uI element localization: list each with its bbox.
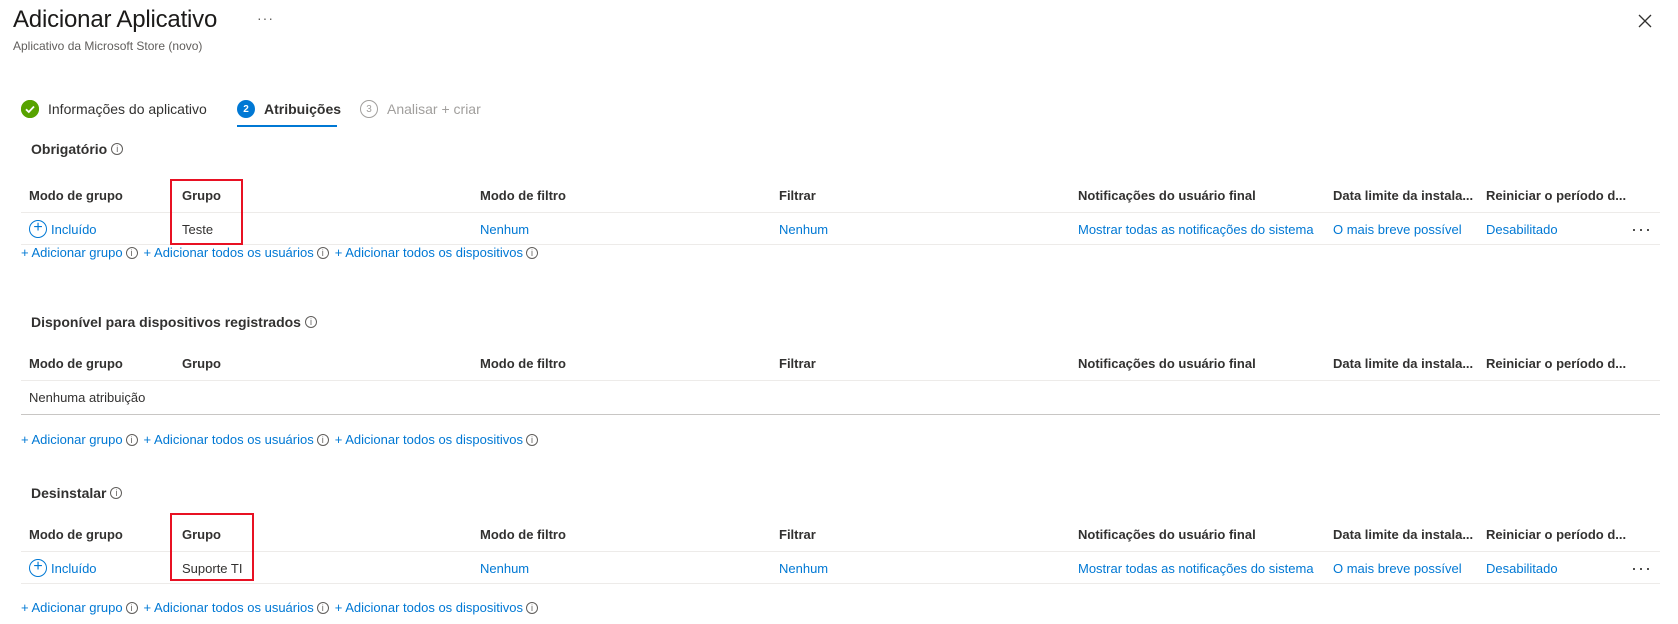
add-all-devices-link[interactable]: + Adicionar todos os dispositivos — [335, 600, 523, 615]
highlight-box-required-group — [170, 179, 243, 245]
filter-link[interactable]: Nenhum — [779, 552, 828, 585]
col-restart[interactable]: Reiniciar o período d... — [1486, 347, 1626, 380]
info-icon[interactable]: i — [304, 316, 317, 328]
col-restart[interactable]: Reiniciar o período d... — [1486, 179, 1626, 212]
col-notifications[interactable]: Notificações do usuário final — [1078, 179, 1256, 212]
add-all-devices-link[interactable]: + Adicionar todos os dispositivos — [335, 245, 523, 260]
info-icon[interactable]: i — [525, 601, 538, 614]
step-label: Informações do aplicativo — [48, 101, 207, 117]
col-notifications[interactable]: Notificações do usuário final — [1078, 518, 1256, 551]
group-mode-link[interactable]: + Incluído — [29, 552, 97, 585]
section-title-text: Obrigatório — [31, 141, 108, 157]
group-mode-text: Incluído — [51, 222, 97, 237]
add-group-link[interactable]: + Adicionar grupo — [21, 432, 123, 447]
plus-circle-icon: + — [29, 559, 47, 578]
assignments-table-available: Modo de grupo Grupo Modo de filtro Filtr… — [21, 347, 1660, 415]
step-review-create: 3 Analisar + criar — [360, 96, 481, 122]
notifications-link[interactable]: Mostrar todas as notificações do sistema — [1078, 213, 1314, 246]
filter-mode-link[interactable]: Nenhum — [480, 213, 529, 246]
add-links-available: + Adicionar grupo i + Adicionar todos os… — [21, 432, 544, 447]
add-all-devices-link[interactable]: + Adicionar todos os dispositivos — [335, 432, 523, 447]
row-more-button[interactable]: ··· — [1631, 213, 1652, 246]
col-filter-mode[interactable]: Modo de filtro — [480, 179, 566, 212]
restart-link[interactable]: Desabilitado — [1486, 213, 1558, 246]
table-header: Modo de grupo Grupo Modo de filtro Filtr… — [21, 347, 1660, 380]
active-step-indicator — [237, 125, 337, 127]
notifications-link[interactable]: Mostrar todas as notificações do sistema — [1078, 552, 1314, 585]
restart-link[interactable]: Desabilitado — [1486, 552, 1558, 585]
col-filter-mode[interactable]: Modo de filtro — [480, 518, 566, 551]
table-row[interactable]: + Incluído Suporte TI Nenhum Nenhum Mostr… — [21, 551, 1660, 584]
col-deadline[interactable]: Data limite da instala... — [1333, 518, 1473, 551]
add-all-users-link[interactable]: + Adicionar todos os usuários — [144, 432, 314, 447]
col-group[interactable]: Grupo — [182, 347, 221, 380]
close-icon[interactable] — [1634, 10, 1656, 32]
row-more-button[interactable]: ··· — [1631, 552, 1652, 585]
table-row[interactable]: + Incluído Teste Nenhum Nenhum Mostrar to… — [21, 212, 1660, 245]
deadline-link[interactable]: O mais breve possível — [1333, 213, 1462, 246]
info-icon[interactable]: i — [316, 246, 329, 259]
section-title-required: Obrigatório i — [31, 141, 124, 157]
section-title-uninstall: Desinstalar i — [31, 485, 123, 501]
assignments-table-uninstall: Modo de grupo Grupo Modo de filtro Filtr… — [21, 518, 1660, 584]
add-all-users-link[interactable]: + Adicionar todos os usuários — [144, 600, 314, 615]
more-options-button[interactable]: ··· — [257, 10, 274, 26]
info-icon[interactable]: i — [316, 433, 329, 446]
add-group-link[interactable]: + Adicionar grupo — [21, 600, 123, 615]
info-icon[interactable]: i — [111, 143, 124, 155]
info-icon[interactable]: i — [525, 433, 538, 446]
table-header: Modo de grupo Grupo Modo de filtro Filtr… — [21, 179, 1660, 212]
col-deadline[interactable]: Data limite da instala... — [1333, 347, 1473, 380]
page-title: Adicionar Aplicativo — [13, 6, 218, 33]
add-links-uninstall: + Adicionar grupo i + Adicionar todos os… — [21, 600, 544, 615]
step-number: 2 — [237, 100, 255, 118]
add-links-required: + Adicionar grupo i + Adicionar todos os… — [21, 245, 544, 260]
assignments-table-required: Modo de grupo Grupo Modo de filtro Filtr… — [21, 179, 1660, 245]
col-filter[interactable]: Filtrar — [779, 347, 816, 380]
no-assignment-text: Nenhuma atribuição — [29, 390, 146, 405]
empty-row: Nenhuma atribuição — [21, 380, 1660, 415]
section-title-text: Disponível para dispositivos registrados — [31, 314, 301, 330]
add-all-users-link[interactable]: + Adicionar todos os usuários — [144, 245, 314, 260]
step-label: Atribuições — [264, 101, 342, 117]
step-label: Analisar + criar — [387, 101, 481, 117]
section-title-available: Disponível para dispositivos registrados… — [31, 314, 317, 330]
col-deadline[interactable]: Data limite da instala... — [1333, 179, 1473, 212]
add-group-link[interactable]: + Adicionar grupo — [21, 245, 123, 260]
highlight-box-uninstall-group — [170, 513, 254, 581]
info-icon[interactable]: i — [316, 601, 329, 614]
col-filter[interactable]: Filtrar — [779, 518, 816, 551]
col-restart[interactable]: Reiniciar o período d... — [1486, 518, 1626, 551]
col-filter-mode[interactable]: Modo de filtro — [480, 347, 566, 380]
col-group-mode[interactable]: Modo de grupo — [29, 518, 123, 551]
filter-mode-link[interactable]: Nenhum — [480, 552, 529, 585]
step-app-info[interactable]: Informações do aplicativo — [21, 96, 207, 122]
col-group-mode[interactable]: Modo de grupo — [29, 179, 123, 212]
step-number: 3 — [360, 100, 378, 118]
page-subtitle: Aplicativo da Microsoft Store (novo) — [13, 39, 203, 53]
section-title-text: Desinstalar — [31, 485, 107, 501]
deadline-link[interactable]: O mais breve possível — [1333, 552, 1462, 585]
col-group-mode[interactable]: Modo de grupo — [29, 347, 123, 380]
group-mode-text: Incluído — [51, 561, 97, 576]
group-mode-link[interactable]: + Incluído — [29, 213, 97, 246]
info-icon[interactable]: i — [125, 246, 138, 259]
plus-circle-icon: + — [29, 220, 47, 239]
col-notifications[interactable]: Notificações do usuário final — [1078, 347, 1256, 380]
info-icon[interactable]: i — [125, 601, 138, 614]
filter-link[interactable]: Nenhum — [779, 213, 828, 246]
info-icon[interactable]: i — [125, 433, 138, 446]
check-icon — [21, 100, 39, 118]
step-assignments[interactable]: 2 Atribuições — [237, 96, 341, 122]
info-icon[interactable]: i — [525, 246, 538, 259]
col-filter[interactable]: Filtrar — [779, 179, 816, 212]
table-header: Modo de grupo Grupo Modo de filtro Filtr… — [21, 518, 1660, 551]
info-icon[interactable]: i — [110, 487, 123, 499]
